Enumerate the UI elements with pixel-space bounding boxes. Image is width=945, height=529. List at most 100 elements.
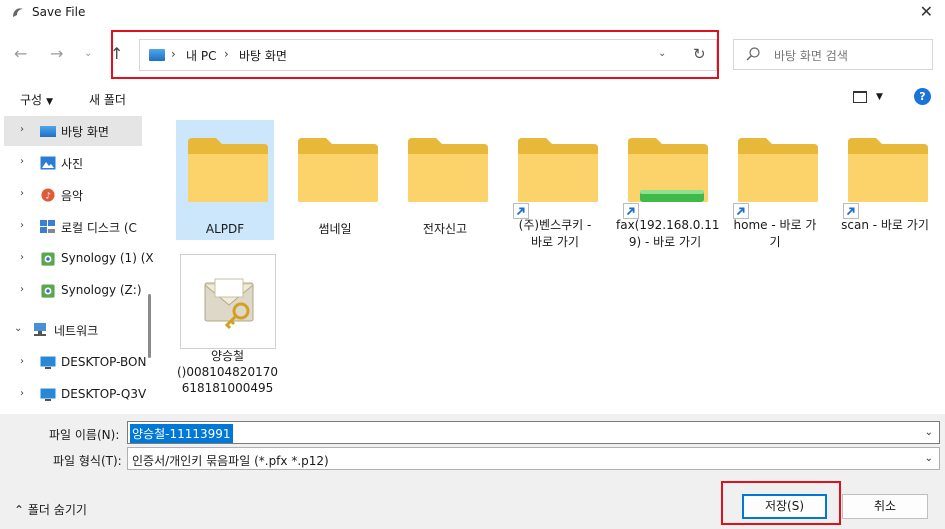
folder-shortcut-item[interactable]: fax(192.168.0.11 9) - 바로 가기 — [616, 120, 720, 249]
sidebar-item-pictures[interactable]: › 사진 — [4, 148, 142, 178]
certificate-file-name: 양승철 ()008104820170 618181000495 — [160, 348, 295, 396]
music-icon: ♪ — [41, 188, 55, 202]
file-name: 썸네일 — [318, 222, 352, 236]
chevron-right-icon[interactable]: › — [20, 284, 24, 295]
chevron-right-icon[interactable]: › — [20, 124, 24, 135]
organize-label: 구성 — [20, 93, 43, 107]
file-name-line3: 618181000495 — [181, 381, 274, 395]
breadcrumb-separator-icon: › — [224, 47, 229, 61]
title-bar: Save File ✕ — [0, 0, 945, 26]
scrollbar-thumb[interactable] — [148, 294, 151, 358]
folder-icon — [848, 138, 928, 202]
view-icon[interactable] — [853, 91, 867, 103]
folder-icon — [298, 138, 378, 202]
certificate-file-item[interactable] — [180, 254, 276, 349]
sidebar-item-label: DESKTOP-Q3V — [61, 387, 147, 401]
sidebar-item-desktop[interactable]: › 바탕 화면 — [4, 116, 142, 146]
chevron-down-icon[interactable]: ⌄ — [925, 453, 933, 464]
computer-icon — [40, 388, 56, 401]
shortcut-arrow-icon — [843, 203, 859, 219]
recent-locations-chevron-icon[interactable]: ⌄ — [84, 48, 92, 59]
sidebar-item-desktop-q3v[interactable]: › DESKTOP-Q3V — [4, 380, 146, 410]
pictures-icon — [40, 156, 56, 170]
chevron-down-icon[interactable]: ⌄ — [658, 48, 666, 59]
computer-icon — [40, 356, 56, 369]
chevron-right-icon[interactable]: › — [20, 220, 24, 231]
filename-value[interactable]: 양승철-11113991 — [130, 424, 233, 443]
chevron-down-icon[interactable]: ⌄ — [925, 427, 933, 438]
sidebar-item-label: 로컬 디스크 (C — [61, 221, 137, 235]
shortcut-arrow-icon — [623, 203, 639, 219]
file-name-line2: 9) - 바로 가기 — [628, 235, 702, 249]
search-icon — [746, 47, 760, 61]
folder-item[interactable]: ALPDF — [176, 120, 274, 240]
chevron-right-icon[interactable]: › — [20, 252, 24, 263]
breadcrumb-item[interactable]: 바탕 화면 — [239, 47, 287, 64]
organize-button[interactable]: 구성 ▼ — [20, 91, 53, 108]
sidebar-item-music[interactable]: › ♪ 음악 — [4, 180, 142, 210]
refresh-icon[interactable]: ↻ — [693, 45, 706, 63]
filetype-label: 파일 형식(T): — [53, 454, 122, 468]
window-title: Save File — [32, 5, 86, 19]
disk-icon — [40, 220, 55, 233]
help-icon[interactable]: ? — [914, 88, 931, 105]
file-name-line2: 기 — [769, 235, 781, 249]
file-name-line2: ()008104820170 — [177, 365, 278, 379]
sidebar-item-desktop-bon[interactable]: › DESKTOP-BON — [4, 348, 146, 378]
filetype-select[interactable]: 인증서/개인키 묶음파일 (*.pfx *.p12) ⌄ — [127, 447, 940, 470]
sidebar-item-network[interactable]: ⌄ 네트워크 — [4, 315, 142, 345]
breadcrumb-item[interactable]: 내 PC — [186, 47, 216, 64]
folder-shortcut-item[interactable]: home - 바로 가 기 — [726, 120, 824, 249]
folder-shortcut-item[interactable]: (주)벤스쿠키 - 바로 가기 — [506, 120, 604, 249]
navigation-bar: ← → ⌄ ↑ › 내 PC › 바탕 화면 ⌄ ↻ 바탕 화면 검색 — [0, 30, 945, 80]
sidebar-item-label: 네트워크 — [54, 324, 99, 338]
sidebar-item-label: DESKTOP-BON — [61, 355, 147, 369]
filetype-value: 인증서/개인키 묶음파일 (*.pfx *.p12) — [132, 454, 329, 468]
desktop-icon — [40, 126, 56, 137]
forward-arrow-icon[interactable]: → — [50, 44, 63, 63]
hide-folders-label: 폴더 숨기기 — [27, 503, 87, 517]
filename-label: 파일 이름(N): — [49, 428, 120, 442]
file-name: scan - 바로 가기 — [841, 218, 929, 232]
network-icon — [34, 323, 46, 336]
chevron-right-icon[interactable]: › — [20, 388, 24, 399]
save-button[interactable]: 저장(S) — [742, 494, 827, 519]
close-icon[interactable]: ✕ — [920, 2, 933, 21]
certificate-envelope-icon — [204, 278, 254, 330]
sidebar-item-label: Synology (1) (X — [61, 251, 154, 265]
file-name: 전자신고 — [422, 222, 468, 236]
network-drive-icon — [41, 252, 55, 266]
folder-icon — [628, 138, 708, 202]
sidebar-item-synology-z[interactable]: › Synology (Z:) — [4, 276, 142, 306]
sidebar-item-label: 음악 — [61, 189, 84, 203]
caret-down-icon[interactable]: ▼ — [876, 92, 883, 102]
file-name: ALPDF — [205, 222, 245, 236]
sidebar-item-label: 바탕 화면 — [61, 125, 109, 139]
sidebar-item-label: 사진 — [61, 157, 84, 171]
address-bar[interactable]: › 내 PC › 바탕 화면 ⌄ ↻ — [139, 39, 717, 71]
search-input[interactable]: 바탕 화면 검색 — [774, 47, 848, 64]
svg-text:♪: ♪ — [45, 192, 51, 202]
folder-shortcut-item[interactable]: scan - 바로 가기 — [836, 120, 934, 240]
folder-item[interactable]: 전자신고 — [396, 120, 494, 240]
file-name: fax(192.168.0.11 — [616, 218, 720, 232]
caret-down-icon: ▼ — [46, 97, 54, 107]
filename-field[interactable]: 양승철-11113991 ⌄ — [127, 421, 940, 444]
new-folder-button[interactable]: 새 폴더 — [89, 91, 126, 108]
sidebar-item-local-disk[interactable]: › 로컬 디스크 (C — [4, 212, 142, 242]
back-arrow-icon[interactable]: ← — [14, 44, 27, 63]
file-name: (주)벤스쿠키 - — [518, 218, 592, 232]
cancel-button[interactable]: 취소 — [842, 494, 928, 519]
chevron-right-icon[interactable]: › — [20, 156, 24, 167]
search-box[interactable]: 바탕 화면 검색 — [733, 39, 933, 70]
chevron-right-icon[interactable]: › — [20, 356, 24, 367]
sidebar-item-synology-x[interactable]: › Synology (1) (X — [4, 244, 154, 274]
folder-item[interactable]: 썸네일 — [286, 120, 384, 240]
folder-icon — [518, 138, 598, 202]
chevron-up-icon: ⌃ — [14, 503, 25, 517]
shortcut-arrow-icon — [513, 203, 529, 219]
save-form: 파일 이름(N): 양승철-11113991 ⌄ 파일 형식(T): 인증서/개… — [0, 414, 945, 529]
hide-folders-button[interactable]: ⌃ 폴더 숨기기 — [14, 501, 87, 518]
chevron-down-icon[interactable]: ⌄ — [14, 323, 22, 334]
chevron-right-icon[interactable]: › — [20, 188, 24, 199]
